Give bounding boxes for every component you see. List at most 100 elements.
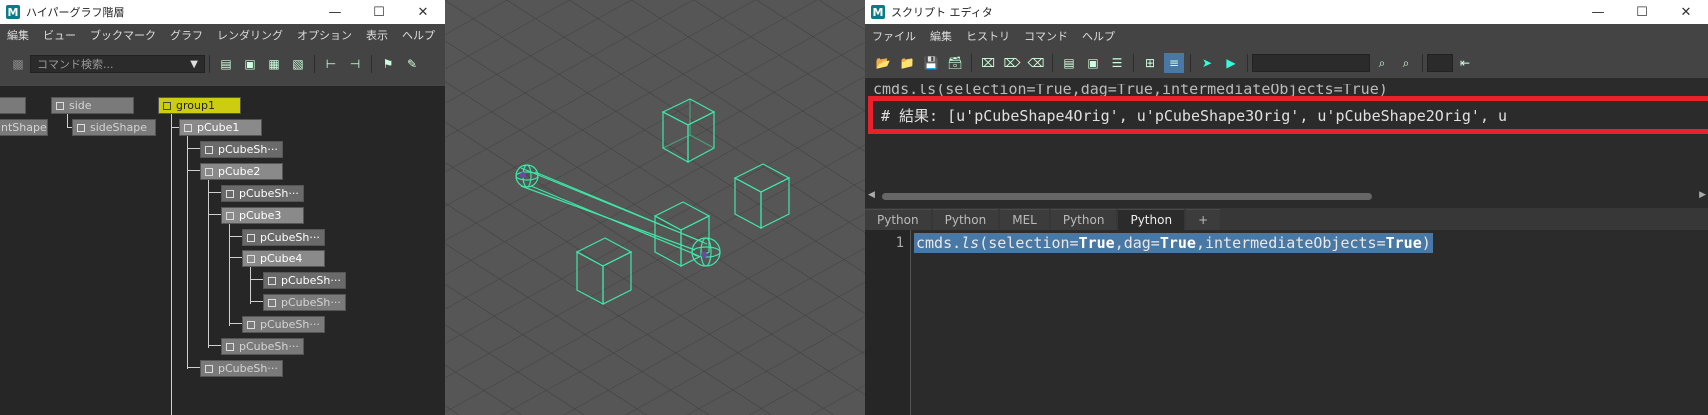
node-label: pCube4	[260, 252, 303, 265]
code-token: )	[1421, 234, 1431, 252]
menu-bookmarks[interactable]: ブックマーク	[83, 27, 163, 43]
menu-help[interactable]: ヘルプ	[1075, 28, 1122, 44]
open-script-icon[interactable]: 📂	[873, 53, 893, 73]
tab-mel[interactable]: MEL	[1000, 209, 1049, 230]
menu-edit[interactable]: 編集	[923, 28, 959, 44]
goto-line-icon[interactable]: ⇤	[1455, 53, 1475, 73]
camera-shape-icon	[77, 123, 85, 132]
node-pcubeshape4-orig[interactable]: pCubeSh···	[263, 294, 346, 311]
scene-hierarchy-icon[interactable]: ⊢	[321, 54, 341, 74]
frame-all-icon[interactable]: ▤	[216, 54, 236, 74]
source-script-icon[interactable]: 📁	[897, 53, 917, 73]
show-both-icon[interactable]: ☰	[1107, 53, 1127, 73]
node-pcubeshape1[interactable]: pCubeSh···	[200, 141, 283, 158]
selected-code-line[interactable]: cmds.ls(selection=True,dag=True,intermed…	[914, 233, 1433, 253]
menu-show[interactable]: 表示	[359, 27, 395, 43]
node-pcubeshape3[interactable]: pCubeSh···	[242, 229, 325, 246]
mesh-shape-icon	[226, 189, 234, 198]
execute-all-icon[interactable]: ▶	[1221, 53, 1241, 73]
node-pcubeshape1-orig[interactable]: pCubeSh···	[200, 360, 283, 377]
frame-selection-icon[interactable]: ▣	[240, 54, 260, 74]
menu-graph[interactable]: グラフ	[163, 27, 210, 43]
connector-line	[187, 367, 200, 368]
edit-bookmark-icon[interactable]: ✎	[402, 54, 422, 74]
search-down-icon[interactable]: ⌕	[1372, 53, 1392, 73]
add-tab-button[interactable]: +	[1186, 209, 1221, 230]
node-side[interactable]: side	[51, 97, 134, 114]
hypergraph-canvas[interactable]: side ntShape sideShape group1 pCube1 pCu…	[0, 86, 445, 415]
toolbar-divider	[1247, 54, 1248, 72]
node-front-shape[interactable]: ntShape	[0, 119, 48, 136]
code-token: True	[1159, 234, 1196, 252]
search-field[interactable]	[1252, 54, 1370, 72]
viewport-scene	[445, 0, 865, 415]
line-numbers-icon[interactable]: ≡	[1164, 53, 1184, 73]
node-pcube4[interactable]: pCube4	[242, 250, 325, 267]
menu-command[interactable]: コマンド	[1017, 28, 1075, 44]
menu-edit[interactable]: 編集	[0, 27, 36, 43]
3d-viewport[interactable]	[445, 0, 865, 415]
node-pcube1[interactable]: pCube1	[179, 119, 262, 136]
node-side-shape[interactable]: sideShape	[72, 119, 156, 136]
minimize-button[interactable]: —	[1576, 0, 1620, 24]
chevron-down-icon[interactable]: ▼	[190, 59, 198, 70]
close-button[interactable]: ✕	[401, 0, 445, 24]
save-script-icon[interactable]: 💾	[921, 53, 941, 73]
tab-python-1[interactable]: Python	[865, 209, 931, 230]
menu-options[interactable]: オプション	[290, 27, 359, 43]
node-label: pCubeSh···	[260, 231, 320, 244]
echo-commands-icon[interactable]: ⊞	[1140, 53, 1160, 73]
node-pcubeshape2-orig[interactable]: pCubeSh···	[221, 338, 304, 355]
script-editor-title: スクリプト エディタ	[891, 6, 993, 19]
scene-icon[interactable]: ▩	[8, 54, 28, 74]
menu-file[interactable]: ファイル	[865, 28, 923, 44]
viewport-grid	[445, 0, 865, 415]
clear-history-icon[interactable]: ⌧	[978, 53, 998, 73]
scrollbar-thumb[interactable]	[882, 193, 1372, 200]
script-tabs: Python Python MEL Python Python +	[865, 208, 1708, 230]
menu-history[interactable]: ヒストリ	[959, 28, 1017, 44]
minimize-button[interactable]: —	[313, 0, 357, 24]
scroll-left-icon[interactable]: ◀	[868, 190, 875, 200]
node-pcubeshape4[interactable]: pCubeSh···	[263, 272, 346, 289]
tab-python-3[interactable]: Python	[1050, 209, 1117, 230]
history-panel[interactable]: cmds.ls(selection=True,dag=True,intermed…	[865, 78, 1708, 190]
scroll-right-icon[interactable]: ▶	[1699, 190, 1706, 200]
hypergraph-title: ハイパーグラフ階層	[26, 6, 125, 19]
code-token: True	[1078, 234, 1115, 252]
node-group1[interactable]: group1	[158, 97, 241, 114]
show-input-icon[interactable]: ▣	[1083, 53, 1103, 73]
search-up-icon[interactable]: ⌕	[1396, 53, 1416, 73]
mesh-shape-icon	[268, 298, 276, 307]
goto-line-field[interactable]	[1427, 54, 1453, 72]
execute-selection-icon[interactable]: ➤	[1197, 53, 1217, 73]
clear-input-icon[interactable]: ⌦	[1002, 53, 1022, 73]
script-input-editor[interactable]: 1 cmds.ls(selection=True,dag=True,interm…	[865, 230, 1708, 415]
frame-branch-icon[interactable]: ▧	[288, 54, 308, 74]
tab-python-4[interactable]: Python	[1118, 209, 1185, 230]
node-label: pCube3	[239, 209, 282, 222]
node-label: pCubeSh···	[260, 318, 320, 331]
node-pcube3[interactable]: pCube3	[221, 207, 304, 224]
menu-help[interactable]: ヘルプ	[395, 27, 442, 43]
bookmark-icon[interactable]: ⚑	[378, 54, 398, 74]
maximize-button[interactable]: ☐	[357, 0, 401, 24]
tab-python-2[interactable]: Python	[932, 209, 999, 230]
menu-view[interactable]: ビュー	[36, 27, 83, 43]
node-pcube2[interactable]: pCube2	[200, 163, 283, 180]
menu-rendering[interactable]: レンダリング	[210, 27, 290, 43]
save-to-shelf-icon[interactable]: 🗃	[945, 53, 965, 73]
show-history-icon[interactable]: ▤	[1059, 53, 1079, 73]
maximize-button[interactable]: ☐	[1620, 0, 1664, 24]
node-pcubeshape3-orig[interactable]: pCubeSh···	[242, 316, 325, 333]
clear-all-icon[interactable]: ⌫	[1026, 53, 1046, 73]
input-output-icon[interactable]: ⊣	[345, 54, 365, 74]
close-button[interactable]: ✕	[1664, 0, 1708, 24]
command-search-field[interactable]: コマンド検索... ▼	[30, 55, 205, 73]
toolbar-divider	[1190, 54, 1191, 72]
frame-hierarchy-icon[interactable]: ▦	[264, 54, 284, 74]
node-camera-partial[interactable]	[0, 97, 26, 114]
node-pcubeshape2[interactable]: pCubeSh···	[221, 185, 304, 202]
history-horizontal-scrollbar[interactable]: ◀ ▶	[865, 190, 1708, 202]
connector-line	[250, 301, 263, 302]
